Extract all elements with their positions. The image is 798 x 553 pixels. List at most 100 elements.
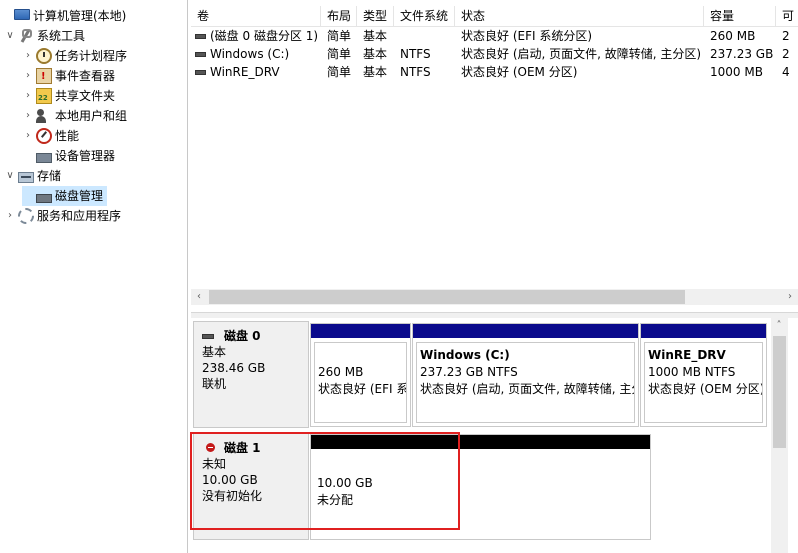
disk-1-label[interactable]: 磁盘 1 未知 10.00 GB 没有初始化 [193,433,309,540]
scroll-thumb[interactable] [773,336,786,448]
tree-label: 服务和应用程序 [37,209,122,223]
clock-icon [36,48,52,64]
partition-status: 状态良好 (EFI 系统分区) [318,382,406,396]
partition-size: 260 MB [318,365,364,379]
computer-icon [14,9,30,20]
partition-name [318,347,403,364]
tree-system-tools[interactable]: ∨ 系统工具 [4,26,85,46]
partition-windows-c[interactable]: Windows (C:) 237.23 GB NTFS 状态良好 (启动, 页面… [412,323,639,427]
tree-performance[interactable]: › 性能 [22,126,79,146]
tree-local-users[interactable]: › 本地用户和组 [22,106,127,126]
disk-name: 磁盘 1 [224,441,261,455]
tree-storage[interactable]: ∨ 存储 [4,166,61,186]
partition-unallocated[interactable]: 10.00 GB 未分配 [310,434,651,540]
partition-body: Windows (C:) 237.23 GB NTFS 状态良好 (启动, 页面… [416,342,635,423]
tree-event-viewer[interactable]: › 事件查看器 [22,66,116,87]
scroll-right-icon[interactable]: › [782,289,798,305]
scroll-left-icon[interactable]: ‹ [191,289,207,305]
partition-efi[interactable]: 260 MB 状态良好 (EFI 系统分区) [310,323,411,427]
filesystem-cell [394,27,455,45]
scroll-thumb[interactable] [209,290,685,304]
device-manager-icon [36,152,52,163]
capacity-cell: 237.23 GB [710,47,774,61]
col-status[interactable]: 状态 [455,6,704,27]
free-cell: 2 [782,29,790,43]
navigation-tree: 计算机管理(本地) ∨ 系统工具 › 任务计划程序 › 事件查看器 › 共享文件… [0,0,188,553]
chevron-down-icon[interactable]: ∨ [4,166,16,186]
users-icon [36,108,52,124]
tree-label: 本地用户和组 [55,109,128,123]
capacity-cell: 1000 MB [710,65,763,79]
type-cell: 基本 [363,47,388,61]
free-cell: 2 [782,47,790,61]
event-viewer-icon [36,67,52,87]
tree-task-scheduler[interactable]: › 任务计划程序 [22,46,127,66]
tree-label: 计算机管理(本地) [33,9,127,23]
col-capacity[interactable]: 容量 [704,6,776,27]
tree-label: 性能 [55,129,80,143]
table-row[interactable]: WinRE_DRV 简单 基本 NTFS 状态良好 (OEM 分区) 1000 … [191,63,798,81]
chevron-right-icon[interactable]: › [22,46,34,66]
col-free[interactable]: 可 [776,6,798,27]
disk-status: 没有初始化 [202,489,263,503]
volume-name-cell: (磁盘 0 磁盘分区 1) [191,27,321,45]
col-type[interactable]: 类型 [357,6,394,27]
partition-bar [641,324,766,338]
chevron-right-icon[interactable]: › [22,86,34,106]
disk-title: 磁盘 0 [202,328,300,344]
volume-name-cell: Windows (C:) [191,45,321,63]
disk-graphical-view: 磁盘 0 基本 238.46 GB 联机 260 MB 状态良好 (EFI 系统… [191,318,798,553]
volume-name: WinRE_DRV [210,65,280,79]
status-cell: 状态良好 (OEM 分区) [461,65,578,79]
shared-folder-icon [36,88,52,108]
tree-label: 存储 [37,169,62,183]
col-layout[interactable]: 布局 [321,6,357,27]
partition-status: 状态良好 (启动, 页面文件, 故障转储, 主分区) [420,382,634,396]
disk-size: 238.46 GB [202,361,266,375]
layout-cell: 简单 [327,29,352,43]
tree-device-manager[interactable]: 设备管理器 [22,146,115,166]
disk-icon [202,333,214,339]
partition-status: 状态良好 (OEM 分区) [648,382,763,396]
tree-disk-management[interactable]: 磁盘管理 [22,186,108,206]
partition-bar [413,324,638,338]
volume-icon [195,34,206,39]
tree-services[interactable]: › 服务和应用程序 [4,206,121,226]
disk-error-icon [202,443,216,453]
volume-icon [195,70,206,75]
volume-icon [195,52,206,57]
partition-winre[interactable]: WinRE_DRV 1000 MB NTFS 状态良好 (OEM 分区) [640,323,767,427]
tree-label: 任务计划程序 [55,49,128,63]
chevron-right-icon[interactable]: › [22,126,34,146]
chevron-right-icon[interactable]: › [22,106,34,126]
chevron-right-icon[interactable]: › [22,66,34,86]
table-row[interactable]: (磁盘 0 磁盘分区 1) 简单 基本 状态良好 (EFI 系统分区) 260 … [191,27,798,45]
tree-shared-folders[interactable]: › 共享文件夹 [22,86,116,108]
volume-name: (磁盘 0 磁盘分区 1) [210,29,319,43]
tree-label: 设备管理器 [55,149,116,163]
scroll-up-icon[interactable]: ˄ [771,318,787,334]
volume-list: 卷 布局 类型 文件系统 状态 容量 可 (磁盘 0 磁盘分区 1) 简单 基本… [191,0,798,312]
partition-size: 10.00 GB [317,476,373,490]
vertical-scrollbar[interactable]: ˄ [771,318,788,553]
partition-size: 1000 MB NTFS [648,365,736,379]
chevron-down-icon[interactable]: ∨ [4,26,16,46]
tree-root[interactable]: 计算机管理(本地) [0,6,126,26]
disk-0-label[interactable]: 磁盘 0 基本 238.46 GB 联机 [193,321,309,428]
tree-label: 系统工具 [37,29,86,43]
chevron-right-icon[interactable]: › [4,206,16,226]
filesystem-cell: NTFS [400,47,431,61]
horizontal-scrollbar[interactable]: ‹ › [191,289,798,305]
disk-size: 10.00 GB [202,473,258,487]
table-row[interactable]: Windows (C:) 简单 基本 NTFS 状态良好 (启动, 页面文件, … [191,45,798,63]
tree-label: 事件查看器 [55,69,116,83]
free-cell: 4 [782,65,790,79]
col-volume[interactable]: 卷 [191,6,321,27]
layout-cell: 简单 [327,65,352,79]
partition-bar [311,435,650,449]
tree-label: 共享文件夹 [55,89,116,103]
column-header: 卷 布局 类型 文件系统 状态 容量 可 [191,6,798,27]
partition-body: WinRE_DRV 1000 MB NTFS 状态良好 (OEM 分区) [644,342,763,423]
partition-status: 未分配 [317,493,354,507]
col-filesystem[interactable]: 文件系统 [394,6,455,27]
